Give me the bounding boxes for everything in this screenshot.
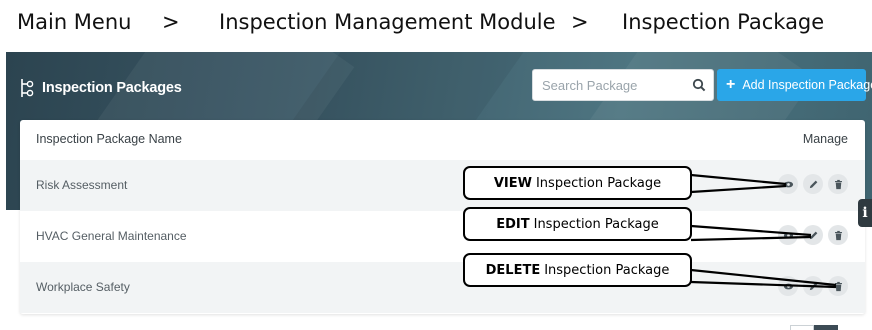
pencil-icon bbox=[809, 180, 817, 188]
pagination-button-active[interactable] bbox=[814, 325, 838, 330]
view-callout-bold: VIEW bbox=[493, 175, 532, 191]
pagination-button[interactable] bbox=[790, 325, 814, 330]
plus-icon: + bbox=[726, 76, 736, 93]
add-button-label: Add Inspection Package bbox=[742, 78, 872, 92]
page-title: Inspection Packages bbox=[42, 80, 182, 96]
table-row[interactable]: HVAC General Maintenance bbox=[20, 211, 865, 262]
header-title-group: Inspection Packages bbox=[20, 78, 182, 98]
view-button[interactable] bbox=[778, 174, 798, 194]
row-actions bbox=[778, 174, 848, 194]
package-name: Workplace Safety bbox=[36, 280, 130, 294]
breadcrumb-separator: > bbox=[571, 10, 589, 34]
view-button[interactable] bbox=[778, 276, 798, 296]
breadcrumb: Main Menu > Inspection Management Module… bbox=[0, 0, 872, 48]
delete-button[interactable] bbox=[828, 174, 848, 194]
delete-callout-bold: DELETE bbox=[485, 262, 541, 278]
eye-icon bbox=[783, 283, 793, 289]
table-row[interactable]: Workplace Safety bbox=[20, 262, 865, 313]
add-inspection-package-button[interactable]: + Add Inspection Package bbox=[717, 69, 872, 101]
edit-callout: EDIT Inspection Package bbox=[463, 207, 692, 241]
info-tab[interactable]: i bbox=[858, 199, 872, 227]
search-icon[interactable] bbox=[692, 78, 706, 92]
delete-button[interactable] bbox=[828, 276, 848, 296]
pencil-icon bbox=[809, 282, 817, 290]
pencil-icon bbox=[809, 231, 817, 239]
column-header-name: Inspection Package Name bbox=[36, 132, 182, 146]
breadcrumb-separator: > bbox=[162, 10, 180, 34]
column-header-manage: Manage bbox=[802, 132, 848, 146]
trash-icon bbox=[834, 179, 842, 189]
delete-button[interactable] bbox=[828, 225, 848, 245]
view-callout: VIEW Inspection Package bbox=[463, 166, 692, 200]
edit-button[interactable] bbox=[803, 276, 823, 296]
view-callout-text: Inspection Package bbox=[535, 175, 662, 191]
breadcrumb-inspection-management[interactable]: Inspection Management Module bbox=[219, 10, 556, 34]
trash-icon bbox=[834, 230, 842, 240]
edit-button[interactable] bbox=[803, 174, 823, 194]
breadcrumb-inspection-package: Inspection Package bbox=[622, 10, 825, 34]
eye-icon bbox=[783, 232, 793, 238]
table-row[interactable]: Risk Assessment bbox=[20, 160, 865, 211]
delete-callout: DELETE Inspection Package bbox=[463, 253, 692, 287]
edit-button[interactable] bbox=[803, 225, 823, 245]
breadcrumb-main-menu[interactable]: Main Menu bbox=[17, 10, 131, 34]
table-header: Inspection Package Name Manage bbox=[20, 120, 865, 160]
packages-table: Inspection Package Name Manage Risk Asse… bbox=[20, 120, 865, 314]
tree-icon bbox=[21, 79, 34, 97]
pagination bbox=[790, 325, 846, 330]
package-name: HVAC General Maintenance bbox=[36, 229, 187, 243]
edit-callout-bold: EDIT bbox=[496, 216, 530, 232]
delete-callout-text: Inspection Package bbox=[544, 262, 670, 278]
row-actions bbox=[778, 276, 848, 296]
view-button[interactable] bbox=[778, 225, 798, 245]
row-actions bbox=[778, 225, 848, 245]
search-input[interactable]: Search Package bbox=[532, 69, 714, 101]
search-placeholder: Search Package bbox=[542, 78, 638, 93]
edit-callout-text: Inspection Package bbox=[533, 216, 659, 232]
trash-icon bbox=[834, 281, 842, 291]
package-name: Risk Assessment bbox=[36, 178, 128, 192]
eye-icon bbox=[783, 181, 793, 187]
